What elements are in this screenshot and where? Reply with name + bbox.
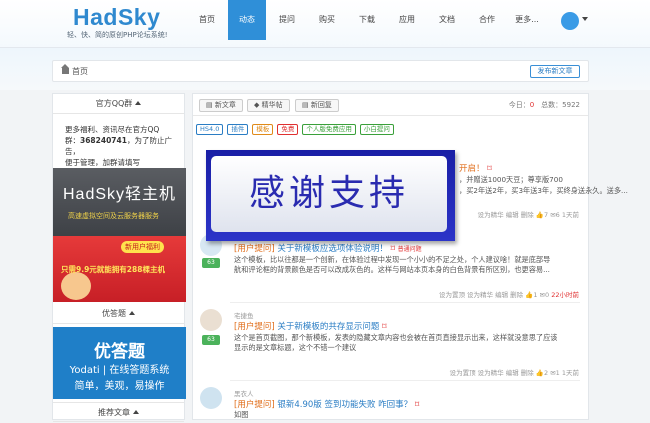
post-body-line-1: ，并赠送1000天豆；尊享版700 [459,175,563,184]
hosting-ad-banner[interactable]: HadSky轻主机 高速虚拟空间及云服务器服务 [53,168,186,236]
post-title[interactable]: [用户提问] 关于新模板应选项体验说明！ ⌑ 普通问题 [234,242,422,254]
promo-ad-banner[interactable]: 新用户福利 只需9.9元就能拥有288棵主机 [53,236,186,302]
tag-filter-bar: HS4.0 插件 模板 免费 个人版免费应用 小白提问 [196,124,398,135]
reply-count: 63 [202,335,220,345]
nav-item-partner[interactable]: 合作 [468,0,506,40]
site-slogan: 轻、快、简的原创PHP论坛系统! [67,31,168,39]
main-nav: 首页 动态 提问 购买 下载 应用 文档 合作 更多... [188,0,548,40]
post-author[interactable]: 黑衣人 [234,388,254,398]
tag-free-apps[interactable]: 个人版免费应用 [302,124,356,135]
mascot-image [61,272,91,300]
avatar[interactable] [200,387,222,409]
post-excerpt: 这个模板，比以往都是一个创新，在体验过程中发现一个小小的不足之处，个人建议啥！就… [234,255,551,274]
reply-count: 63 [202,258,220,268]
nav-item-download[interactable]: 下载 [348,0,386,40]
nav-item-dynamic[interactable]: 动态 [228,0,266,40]
post-divider [230,380,580,381]
sidebar: 官方QQ群 更多福利、资讯尽在官方QQ 群：368240741，为了防止广告， … [52,93,186,422]
post-stats: 今日：0 总数：5922 [508,101,580,109]
tag-newbie-question[interactable]: 小白提问 [359,124,394,135]
qq-text-line-1: 更多福利、资讯尽在官方QQ [65,125,160,134]
tag-plugin[interactable]: 插件 [227,124,249,135]
tag-hs40[interactable]: HS4.0 [196,124,224,135]
yodati-ad-banner[interactable]: 优答题 Yodati | 在线答题系统 简单，美观，易操作 [53,327,186,399]
site-logo[interactable]: HadSky [73,4,160,31]
featured-button[interactable]: ◆ 精华帖 [247,99,290,112]
post-title[interactable]: [用户提问] 关于新模板的共存显示问题 ⌑ [234,320,386,332]
top-navbar: HadSky 轻、快、简的原创PHP论坛系统! 首页 动态 提问 购买 下载 应… [0,0,650,48]
hosting-ad-title: HadSky轻主机 [63,186,177,203]
caret-up-icon [133,410,139,414]
home-icon [61,64,69,74]
post-author[interactable]: 宅捷鱼 [234,310,254,320]
bookmark-icon[interactable]: ⌑ [487,164,491,174]
user-avatar[interactable] [561,12,579,30]
post-meta: 设为精华 编辑 删除 👍7 ✉6 1天前 [477,211,579,219]
bookmark-icon[interactable]: ⌑ [382,322,386,332]
list-toolbar: ▤ 新文章 ◆ 精华帖 ▤ 新回复 今日：0 总数：5922 [193,94,588,116]
qq-number: 368240741 [80,136,127,145]
bookmark-icon[interactable]: ⌑ [415,400,419,410]
nav-item-docs[interactable]: 文档 [428,0,466,40]
new-article-button[interactable]: ▤ 新文章 [199,99,243,112]
youda-title[interactable]: 优答题 [53,304,184,324]
nav-item-apps[interactable]: 应用 [388,0,426,40]
avatar[interactable] [200,309,222,331]
nav-item-home[interactable]: 首页 [188,0,226,40]
qq-text-line-2: 群：368240741，为了防止广告， [65,136,172,156]
post-meta: 设为置顶 设为精华 编辑 删除 👍2 ✉1 1天前 [449,369,579,377]
post-divider [230,302,580,303]
post-title[interactable]: [用户提问] 银新4.90版 签到功能失败 咋回事？ ⌑ [234,398,419,410]
recommend-title[interactable]: 推荐文章 [53,402,184,422]
post-excerpt: 如图 [234,410,249,419]
post-excerpt: 这个是首页截图，那个新模板，发表的隐藏文章内容也会被在首页直接显示出来，这样就没… [234,333,558,352]
yodati-line-2: 简单，美观，易操作 [74,381,165,392]
bookmark-icon[interactable]: ⌑ [391,244,395,254]
breadcrumb-home[interactable]: 首页 [72,66,88,77]
tag-free[interactable]: 免费 [277,124,299,135]
yodati-line-1: Yodati | 在线答题系统 [69,365,170,376]
yodati-title: 优答题 [94,342,145,362]
post-body-line-2: ，买2年送2年，买3年送3年，买终身送永久。送多... [459,186,628,195]
post-article-button[interactable]: 发布新文章 [530,65,580,78]
promo-text: 只需9.9元就能拥有288棵主机 [61,265,165,274]
new-reply-button[interactable]: ▤ 新回复 [295,99,339,112]
post-title-tail[interactable]: 开启！ ⌑ [459,162,492,174]
nav-item-questions[interactable]: 提问 [268,0,306,40]
nav-item-more[interactable]: 更多... [508,0,546,40]
promo-badge: 新用户福利 [121,241,164,253]
caret-up-icon [129,311,135,315]
qq-group-title[interactable]: 官方QQ群 [53,94,184,114]
caret-up-icon [135,101,142,105]
tag-template[interactable]: 模板 [252,124,274,135]
hosting-ad-subtitle: 高速虚拟空间及云服务器服务 [68,212,159,220]
nav-item-buy[interactable]: 购买 [308,0,346,40]
thanks-text: 感谢支持 [211,156,447,232]
post-meta: 设为置顶 设为精华 编辑 删除 👍1 ✉0 22小时前 [438,291,579,299]
chevron-down-icon[interactable] [582,17,588,21]
thanks-overlay-image: 感谢支持 [206,150,455,241]
breadcrumb: 首页 发布新文章 [52,60,589,82]
